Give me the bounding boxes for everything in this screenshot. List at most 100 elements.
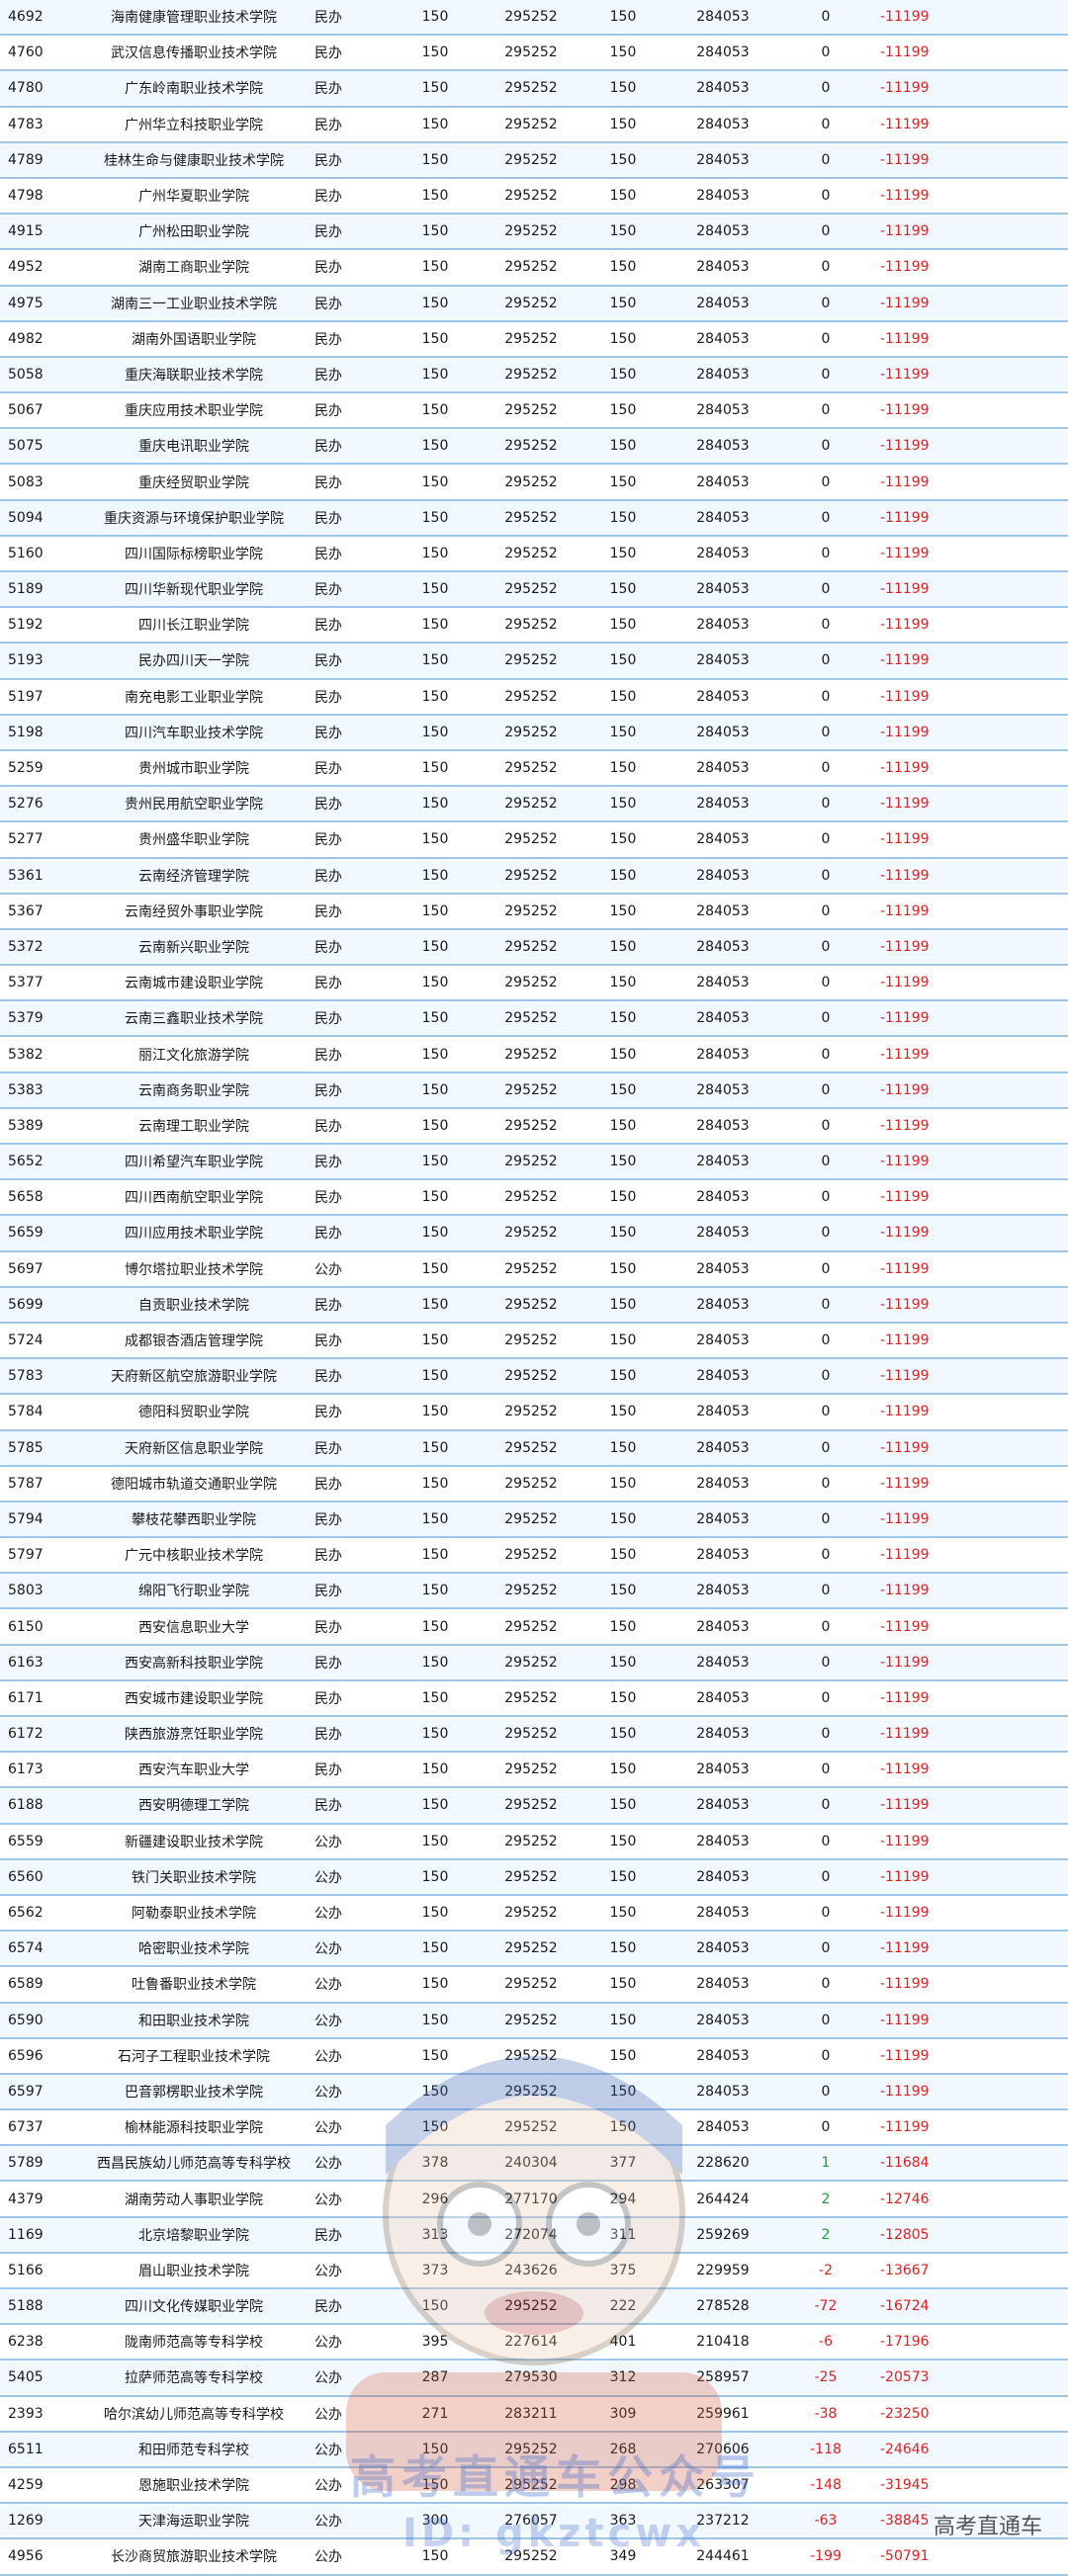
score-diff-cell: 0 (821, 402, 831, 419)
score-diff-cell: 0 (821, 1117, 831, 1134)
rank-diff-cell: -11199 (880, 1225, 930, 1242)
score-diff-cell: 0 (821, 760, 831, 777)
rank-diff-cell: -12746 (880, 2190, 930, 2207)
watermark-title: 高考直通车公众号 (350, 2450, 761, 2504)
table-row: 5382 丽江文化旅游学院 民办 150 295252 150 284053 0 -11199 (0, 1037, 1068, 1073)
school-name-cell: 哈密职业技术学院 (138, 1941, 249, 1958)
school-type-cell: 公办 (314, 1906, 342, 1923)
rank-diff-cell: -11199 (880, 1618, 930, 1635)
rank-2023-cell: 295252 (504, 259, 558, 276)
score-2024-cell: 150 (609, 1117, 637, 1134)
table-row: 4760 武汉信息传播职业技术学院 民办 150 295252 150 284053 0 -11… (0, 36, 1068, 72)
school-name-cell: 云南新兴职业学院 (138, 939, 249, 956)
school-code-cell: 2393 (8, 2405, 44, 2422)
rank-2023-cell: 295252 (504, 902, 558, 919)
rank-2023-cell: 295252 (504, 1797, 558, 1814)
school-type-cell: 民办 (314, 1011, 342, 1028)
school-code-cell: 5389 (8, 1117, 44, 1134)
rank-2023-cell: 295252 (504, 1296, 558, 1313)
score-diff-cell: 0 (821, 796, 831, 813)
rank-diff-cell: -11199 (880, 545, 930, 561)
score-diff-cell: 0 (821, 151, 831, 168)
school-name-cell: 四川文化传媒职业学院 (125, 2299, 263, 2316)
score-2023-cell: 150 (421, 1225, 449, 1242)
rank-diff-cell: -11199 (880, 44, 930, 61)
school-name-cell: 西安高新科技职业学院 (125, 1655, 263, 1672)
source-label: 高考直通车 (933, 2515, 1042, 2539)
rank-2023-cell: 295252 (504, 1404, 558, 1420)
rank-2023-cell: 295252 (504, 1154, 558, 1170)
rank-2023-cell: 295252 (504, 581, 558, 598)
rank-2023-cell: 295252 (504, 366, 558, 383)
school-name-cell: 桂林生命与健康职业技术学院 (104, 152, 284, 169)
school-name-cell: 阿勒泰职业技术学院 (132, 1906, 256, 1923)
school-code-cell: 5197 (8, 688, 44, 705)
score-2023-cell: 271 (421, 2405, 449, 2422)
school-name-cell: 重庆应用技术职业学院 (125, 403, 263, 420)
rank-diff-cell: -11199 (880, 509, 930, 526)
table-row: 5377 云南城市建设职业学院 民办 150 295252 150 284053 0 -1119… (0, 966, 1068, 1002)
score-diff-cell: 0 (821, 1296, 831, 1313)
score-2024-cell: 150 (609, 760, 637, 777)
school-code-cell: 4915 (8, 223, 44, 240)
school-code-cell: 5067 (8, 402, 44, 419)
school-type-cell: 公办 (314, 2084, 342, 2101)
score-diff-cell: 0 (821, 724, 831, 740)
school-code-cell: 6163 (8, 1654, 44, 1671)
rank-diff-cell: -11199 (880, 796, 930, 813)
rank-2023-cell: 295252 (504, 1976, 558, 1993)
rank-2024-cell: 228620 (696, 2155, 750, 2172)
school-code-cell: 5058 (8, 366, 44, 383)
school-code-cell: 5652 (8, 1154, 44, 1170)
school-name-cell: 西安明德理工学院 (138, 1798, 249, 1815)
table-row: 5198 四川汽车职业技术学院 民办 150 295252 150 284053 0 -1119… (0, 715, 1068, 751)
score-2024-cell: 150 (609, 1332, 637, 1349)
score-diff-cell: 0 (821, 1726, 831, 1743)
rank-2023-cell: 295252 (504, 509, 558, 526)
score-2024-cell: 150 (609, 9, 637, 26)
score-diff-cell: -199 (810, 2548, 842, 2565)
rank-diff-cell: -11199 (880, 652, 930, 669)
score-2024-cell: 150 (609, 652, 637, 669)
school-type-cell: 公办 (314, 2120, 342, 2137)
rank-diff-cell: -11199 (880, 473, 930, 490)
score-2024-cell: 150 (609, 366, 637, 383)
score-2024-cell: 375 (609, 2262, 637, 2278)
rank-2023-cell: 295252 (504, 1010, 558, 1027)
score-2023-cell: 296 (421, 2190, 449, 2207)
school-name-cell: 湖南外国语职业学院 (132, 331, 256, 348)
rank-2024-cell: 284053 (696, 330, 750, 347)
rank-diff-cell: -11199 (880, 1976, 930, 1993)
score-diff-cell: 0 (821, 1689, 831, 1706)
rank-diff-cell: -11199 (880, 1404, 930, 1420)
rank-diff-cell: -11199 (880, 295, 930, 311)
table-row: 5659 四川应用技术职业学院 民办 150 295252 150 284053 0 -1119… (0, 1216, 1068, 1252)
score-2023-cell: 150 (421, 1010, 449, 1027)
school-type-cell: 公办 (314, 1261, 342, 1278)
score-2023-cell: 150 (421, 2047, 449, 2064)
rank-2024-cell: 258957 (696, 2369, 750, 2386)
score-2023-cell: 150 (421, 1296, 449, 1313)
rank-2023-cell: 272074 (504, 2226, 558, 2243)
table-row: 6172 陕西旅游烹饪职业学院 民办 150 295252 150 284053 0 -1119… (0, 1717, 1068, 1754)
rank-2024-cell: 259961 (696, 2405, 750, 2422)
rank-2024-cell: 284053 (696, 1583, 750, 1599)
score-2023-cell: 150 (421, 2012, 449, 2028)
table-row: 5188 四川文化传媒职业学院 民办 150 295252 222 278528 -72 -16… (0, 2289, 1068, 2326)
school-code-cell: 6238 (8, 2334, 44, 2351)
school-code-cell: 5803 (8, 1583, 44, 1599)
school-type-cell: 民办 (314, 1798, 342, 1815)
rank-diff-cell: -11199 (880, 1905, 930, 1922)
school-code-cell: 6737 (8, 2119, 44, 2136)
school-name-cell: 武汉信息传播职业技术学院 (111, 45, 277, 62)
school-type-cell: 民办 (314, 1369, 342, 1386)
school-name-cell: 南充电影工业职业学院 (125, 689, 263, 706)
table-row: 6188 西安明德理工学院 民办 150 295252 150 284053 0 -11199 (0, 1788, 1068, 1825)
rank-diff-cell: -11199 (880, 975, 930, 991)
score-2024-cell: 150 (609, 1225, 637, 1242)
school-name-cell: 成都银杏酒店管理学院 (125, 1333, 263, 1350)
school-type-cell: 民办 (314, 1297, 342, 1314)
score-2023-cell: 150 (421, 1046, 449, 1063)
school-type-cell: 民办 (314, 1047, 342, 1064)
rank-2024-cell: 284053 (696, 1510, 750, 1527)
